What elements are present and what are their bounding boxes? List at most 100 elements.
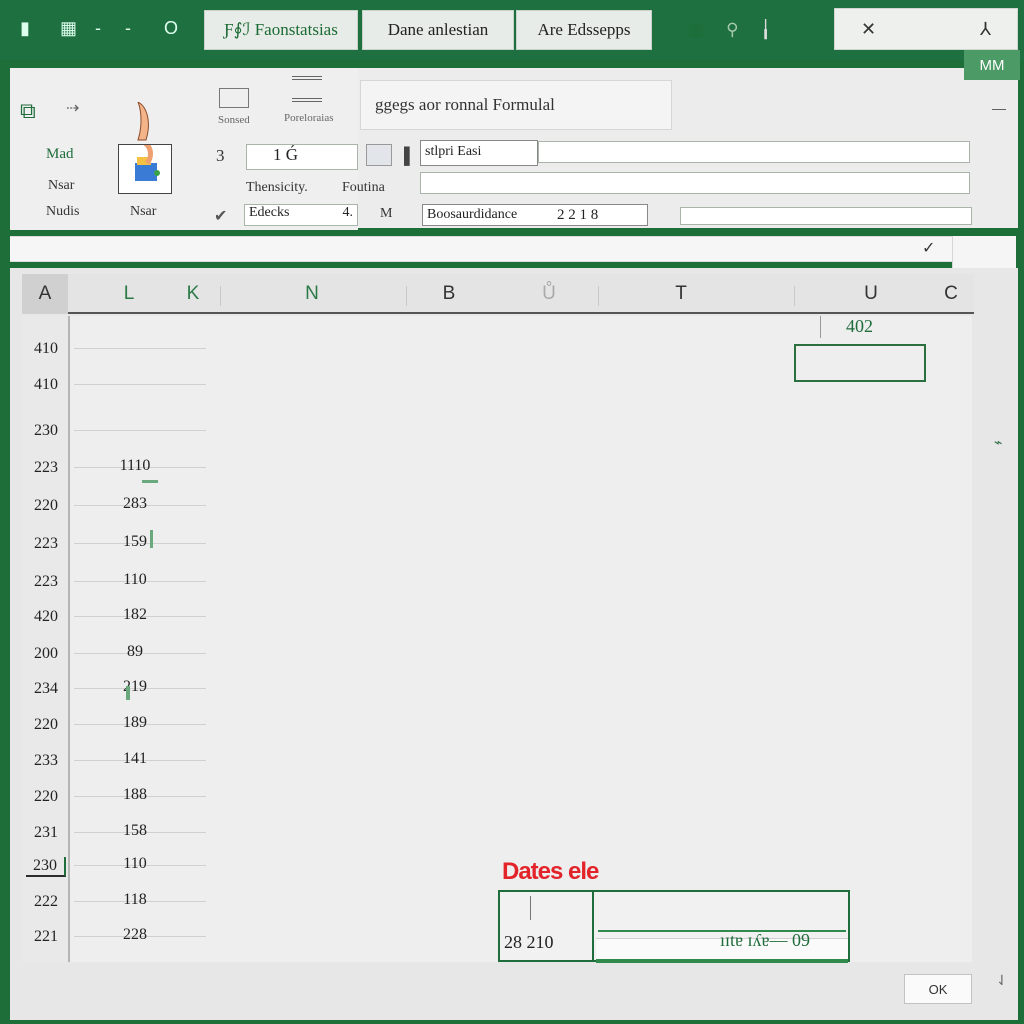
row-gridline	[74, 348, 206, 349]
paste-icon	[135, 141, 160, 181]
style-field-right: 4.	[342, 205, 354, 220]
chart-icon[interactable]: ▥	[688, 20, 704, 40]
cell-value[interactable]: 219	[100, 678, 170, 696]
cell-indicator	[142, 480, 158, 483]
format-icon[interactable]: ⧉	[20, 98, 36, 124]
row-number[interactable]: 410	[22, 376, 70, 394]
row-number[interactable]: 234	[22, 680, 70, 698]
row-number[interactable]: 230	[22, 422, 70, 440]
function-box-label: Boosaurdidance	[427, 207, 518, 222]
cell-value[interactable]: 188	[100, 786, 170, 804]
ribbon-btn-porelorias[interactable]: Poreloraias	[284, 112, 333, 124]
cell-value[interactable]: 158	[100, 822, 170, 840]
formula-input-3[interactable]	[680, 207, 972, 225]
row-number[interactable]: 221	[22, 928, 70, 946]
cell-value[interactable]: 110	[100, 855, 170, 873]
style-field[interactable]: Edecks 4.	[244, 204, 358, 226]
tab-review[interactable]: Are Edssepps	[516, 10, 652, 50]
formula-panel-title: ggegs aor ronnal Formulal	[360, 80, 672, 130]
cell-value[interactable]: 141	[100, 750, 170, 768]
cell-value[interactable]: 159	[100, 533, 170, 551]
row-number[interactable]: 233	[22, 752, 70, 770]
row-number[interactable]: 223	[22, 535, 70, 553]
align-icon[interactable]: ▌	[404, 148, 415, 166]
column-header-c[interactable]: C	[936, 274, 966, 314]
row-number[interactable]: 220	[22, 497, 70, 515]
row-number[interactable]: 223	[22, 459, 70, 477]
date-label: Dates ele	[502, 858, 599, 885]
merge-icon[interactable]: M	[380, 206, 392, 222]
selected-cell[interactable]	[794, 344, 926, 382]
sort-icon[interactable]: ⇢	[66, 98, 79, 118]
redo-icon[interactable]: -	[125, 18, 131, 39]
resize-icon[interactable]: ⇃	[996, 972, 1008, 989]
formula-bar[interactable]	[10, 236, 1016, 262]
cell-value[interactable]: 118	[100, 891, 170, 909]
table-icon[interactable]	[219, 88, 249, 108]
cell-value[interactable]: 182	[100, 606, 170, 624]
formula-input-1[interactable]	[538, 141, 970, 163]
cell-value[interactable]: 189	[100, 714, 170, 732]
cell-value[interactable]: 110	[100, 571, 170, 589]
row-number[interactable]: 420	[22, 608, 70, 626]
paste-button[interactable]	[118, 141, 172, 194]
paste-label: Nsar	[130, 204, 157, 219]
row-gridline	[74, 430, 206, 431]
column-header-a[interactable]: A	[22, 274, 68, 314]
ribbon-collapse-icon[interactable]: —	[992, 100, 1006, 116]
tab-data[interactable]: Dane anlestian	[362, 10, 514, 50]
column-header-u2[interactable]: Ů	[538, 274, 560, 314]
tab-formulas[interactable]: Ƒ∮ℐ Faonstatsias	[204, 10, 358, 50]
lines-icon[interactable]	[292, 76, 322, 102]
cell-value[interactable]: 1110	[100, 457, 170, 475]
text-cursor	[530, 896, 531, 920]
row-number[interactable]: 230	[26, 857, 66, 877]
col-sep	[598, 286, 599, 306]
check-icon[interactable]: ✓	[922, 238, 935, 258]
formula-input-2[interactable]	[420, 172, 970, 194]
ribbon-btn-sonsed[interactable]: Sonsed	[218, 114, 250, 126]
hand-icon	[128, 100, 154, 142]
column-header-b[interactable]: B	[434, 274, 464, 314]
help-icon[interactable]: ⅄	[980, 19, 991, 40]
cell-value[interactable]: 283	[100, 495, 170, 513]
ribbon-row1-num: 3	[216, 146, 225, 165]
cell-value[interactable]: 89	[100, 643, 170, 661]
expand-button[interactable]	[952, 236, 1016, 272]
column-header-k[interactable]: K	[178, 274, 208, 314]
row-number[interactable]: 222	[22, 893, 70, 911]
column-header-u[interactable]: U	[856, 274, 886, 314]
row-number[interactable]: 220	[22, 788, 70, 806]
grid-icon[interactable]: ▦	[60, 18, 77, 39]
arrow-icon[interactable]: ✔	[214, 206, 227, 226]
font-size-field[interactable]: 1 Ǵ	[246, 144, 358, 170]
function-box[interactable]: Boosaurdidance 2 2 1 8	[422, 204, 648, 226]
cell-indicator	[150, 530, 153, 548]
row-number[interactable]: 200	[22, 645, 70, 663]
row-number[interactable]: 223	[22, 573, 70, 591]
row-number[interactable]: 220	[22, 716, 70, 734]
save-icon[interactable]: ▮	[20, 18, 30, 39]
column-header-n[interactable]: N	[292, 274, 332, 314]
ok-button[interactable]: OK	[904, 974, 972, 1004]
col-sep	[406, 286, 407, 306]
user-badge[interactable]: MM	[964, 50, 1020, 80]
ribbon-row2-a: Thensicity.	[246, 180, 308, 195]
style-field-text: Edecks	[249, 205, 290, 220]
row-number[interactable]: 231	[22, 824, 70, 842]
column-header-l[interactable]: L	[114, 274, 144, 314]
border-icon[interactable]	[366, 144, 392, 166]
col-sep	[794, 286, 795, 306]
pin-icon[interactable]: ╽	[761, 20, 771, 40]
column-headers: A L K N B Ů T U C	[22, 274, 974, 314]
search-icon[interactable]: ⚲	[726, 20, 738, 40]
name-box[interactable]: stlpri Easi	[420, 140, 538, 166]
close-icon[interactable]: ✕	[861, 19, 876, 40]
ribbon-label-nudis: Nudis	[46, 204, 80, 219]
column-header-t[interactable]: T	[666, 274, 696, 314]
row-number[interactable]: 410	[22, 340, 70, 358]
circle-icon[interactable]: O	[164, 18, 178, 39]
undo-icon[interactable]: -	[95, 18, 101, 39]
date-bar-stripe	[596, 959, 848, 963]
cell-value[interactable]: 228	[100, 926, 170, 944]
